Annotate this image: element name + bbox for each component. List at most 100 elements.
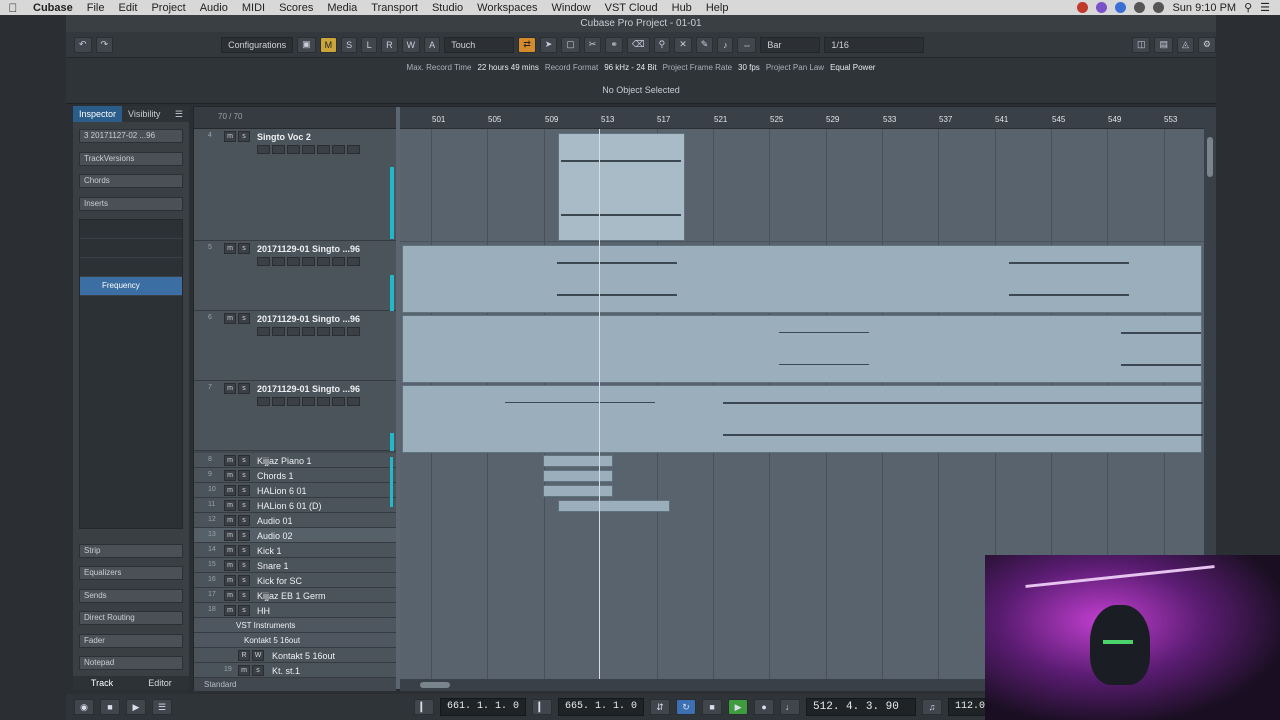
timebase-icon[interactable] bbox=[287, 397, 300, 406]
track[interactable]: 5 ms 20171129-01 Singto ...96 bbox=[194, 241, 396, 311]
layout-left-icon[interactable]: ◫ bbox=[1131, 36, 1151, 53]
write-icon[interactable] bbox=[332, 145, 345, 154]
left-locator-icon[interactable]: ▎ bbox=[414, 699, 434, 715]
track[interactable]: 18 m s HH bbox=[194, 603, 396, 618]
mute-button[interactable]: m bbox=[224, 515, 236, 526]
track[interactable]: 13 m s Audio 02 bbox=[194, 528, 396, 543]
timebase-icon[interactable] bbox=[287, 327, 300, 336]
write-icon[interactable] bbox=[332, 257, 345, 266]
solo-button[interactable]: s bbox=[238, 575, 250, 586]
midi-part[interactable] bbox=[543, 455, 613, 467]
edit-icon[interactable] bbox=[347, 257, 360, 266]
midi-part[interactable] bbox=[543, 485, 613, 497]
track-name[interactable]: HALion 6 01 (D) bbox=[257, 501, 322, 511]
erase-tool-icon[interactable]: ⌫ bbox=[626, 36, 650, 53]
redo-icon[interactable]: ↷ bbox=[95, 36, 114, 53]
object-select-tool-icon[interactable]: ➤ bbox=[539, 36, 558, 53]
solo-button[interactable]: s bbox=[238, 131, 250, 142]
zoom-tool-icon[interactable]: ⚲ bbox=[653, 36, 671, 53]
record-enable-icon[interactable] bbox=[257, 327, 270, 336]
layout-bottom-icon[interactable]: ▤ bbox=[1154, 36, 1173, 53]
track-name[interactable]: 20171129-01 Singto ...96 bbox=[257, 314, 360, 324]
layout-right-icon[interactable]: ◬ bbox=[1177, 36, 1194, 53]
track-name[interactable]: HALion 6 01 bbox=[257, 486, 307, 496]
settings-icon[interactable]: ◉ bbox=[74, 699, 94, 715]
metronome-icon[interactable]: ♩ bbox=[780, 699, 801, 715]
track-name[interactable]: Kontakt 5 16out bbox=[272, 651, 335, 661]
mute-button[interactable]: m bbox=[224, 485, 236, 496]
read-icon[interactable] bbox=[317, 397, 330, 406]
mute-button[interactable]: m bbox=[224, 500, 236, 511]
edit-icon[interactable] bbox=[347, 145, 360, 154]
insert-slot-frequency[interactable]: Frequency bbox=[80, 277, 182, 296]
monitor-icon[interactable] bbox=[272, 327, 285, 336]
track[interactable]: 14 m s Kick 1 bbox=[194, 543, 396, 558]
section-chords[interactable]: Chords bbox=[79, 174, 183, 188]
lane-icon[interactable] bbox=[302, 145, 315, 154]
track[interactable]: 17 m s Kijjaz EB 1 Germ bbox=[194, 588, 396, 603]
search-icon[interactable]: ⚲ bbox=[1244, 1, 1252, 14]
inspector-track-name[interactable]: 3 20171127-02 ...96 bbox=[79, 129, 183, 143]
section-track-versions[interactable]: TrackVersions bbox=[79, 152, 183, 166]
write-icon[interactable] bbox=[332, 397, 345, 406]
tab-editor[interactable]: Editor bbox=[131, 676, 189, 690]
folder-name[interactable]: VST Instruments bbox=[236, 621, 295, 630]
menu-file[interactable]: File bbox=[80, 2, 112, 14]
menu-media[interactable]: Media bbox=[320, 2, 364, 14]
cycle-button[interactable]: ↻ bbox=[676, 699, 697, 715]
automation-button[interactable]: A bbox=[424, 36, 441, 53]
solo-button[interactable]: s bbox=[238, 243, 250, 254]
solo-button[interactable]: s bbox=[238, 313, 250, 324]
track[interactable]: 12 m s Audio 01 bbox=[194, 513, 396, 528]
grid-type-select[interactable]: Bar bbox=[760, 36, 821, 53]
left-locator-display[interactable]: 661. 1. 1. 0 bbox=[440, 698, 527, 716]
track[interactable]: 9 m s Chords 1 bbox=[194, 468, 396, 483]
track-name[interactable]: 20171129-01 Singto ...96 bbox=[257, 384, 360, 394]
pan-law-value[interactable]: Equal Power bbox=[830, 63, 875, 72]
monitor-icon[interactable] bbox=[272, 145, 285, 154]
menu-window[interactable]: Window bbox=[545, 2, 598, 14]
insert-slot[interactable] bbox=[80, 258, 182, 277]
mute-button[interactable]: m bbox=[238, 665, 250, 676]
audio-event[interactable] bbox=[402, 315, 1202, 383]
lock-icon[interactable]: ▣ bbox=[297, 36, 316, 53]
midi-part[interactable] bbox=[558, 500, 670, 512]
track-name[interactable]: Kick for SC bbox=[257, 576, 302, 586]
mute-button[interactable]: m bbox=[224, 605, 236, 616]
battery-icon[interactable] bbox=[1153, 2, 1165, 13]
solo-button[interactable]: s bbox=[238, 515, 250, 526]
write-button[interactable]: W bbox=[252, 650, 264, 661]
snap-icon[interactable]: ⇔ bbox=[737, 36, 757, 53]
read-icon[interactable] bbox=[317, 257, 330, 266]
record-enable-icon[interactable] bbox=[257, 145, 270, 154]
section-inserts[interactable]: Inserts bbox=[79, 197, 183, 211]
folder-name[interactable]: Kontakt 5 16out bbox=[244, 636, 300, 645]
punch-icon[interactable]: ▶ bbox=[126, 699, 146, 715]
track-name[interactable]: Singto Voc 2 bbox=[257, 132, 311, 142]
midi-part[interactable] bbox=[543, 470, 613, 482]
right-locator-icon[interactable]: ▎ bbox=[532, 699, 553, 715]
section-equalizers[interactable]: Equalizers bbox=[79, 566, 183, 580]
list-icon[interactable]: ☰ bbox=[152, 699, 172, 715]
lane-icon[interactable] bbox=[302, 327, 315, 336]
lane-icon[interactable] bbox=[302, 397, 315, 406]
solo-button[interactable]: s bbox=[238, 383, 250, 394]
right-locator-display[interactable]: 665. 1. 1. 0 bbox=[558, 698, 645, 716]
apple-icon[interactable]:  bbox=[0, 1, 26, 15]
mute-button[interactable]: m bbox=[224, 383, 236, 394]
glue-tool-icon[interactable]: ⚭ bbox=[605, 36, 623, 53]
track[interactable]: 7 ms 20171129-01 Singto ...96 bbox=[194, 381, 396, 451]
record-time-value[interactable]: 22 hours 49 mins bbox=[477, 63, 538, 72]
range-tool-icon[interactable]: ▢ bbox=[561, 36, 580, 53]
frame-rate-value[interactable]: 30 fps bbox=[738, 63, 760, 72]
wifi-icon[interactable] bbox=[1134, 2, 1146, 13]
play-tool-icon[interactable]: ♪ bbox=[717, 36, 734, 53]
track[interactable]: 11 m s HALion 6 01 (D) bbox=[194, 498, 396, 513]
section-notepad[interactable]: Notepad bbox=[79, 656, 183, 670]
record-enable-icon[interactable] bbox=[257, 397, 270, 406]
step-icon[interactable]: ⇵ bbox=[650, 699, 671, 715]
menu-icon[interactable]: ☰ bbox=[169, 106, 189, 122]
track[interactable]: 16 m s Kick for SC bbox=[194, 573, 396, 588]
timebase-icon[interactable] bbox=[287, 257, 300, 266]
mute-button[interactable]: m bbox=[224, 590, 236, 601]
